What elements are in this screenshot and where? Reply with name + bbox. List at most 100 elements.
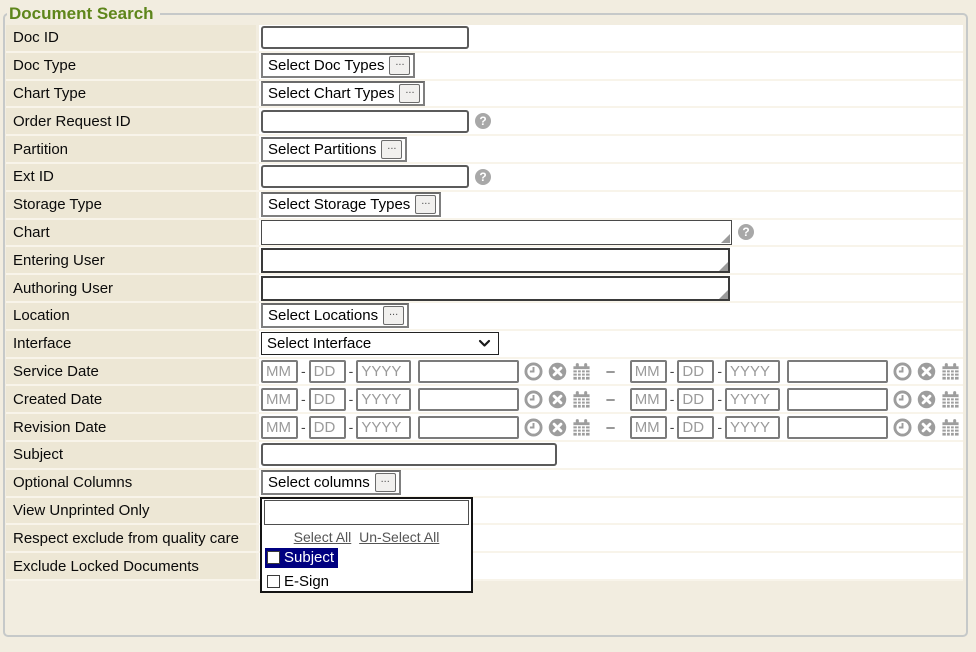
columns-filter-input[interactable] [264, 500, 469, 525]
created-date-to-day-input[interactable] [677, 388, 714, 411]
field-label: Exclude Locked Documents [6, 553, 256, 579]
clock-icon[interactable] [524, 418, 543, 437]
chart-textarea[interactable] [261, 220, 732, 245]
date-range-separator: – [606, 363, 614, 380]
ext-id-input[interactable] [261, 165, 469, 188]
clock-icon[interactable] [524, 362, 543, 381]
row-view-unprinted-only: View Unprinted Only [6, 498, 963, 526]
interface-select[interactable]: Select Interface [261, 332, 499, 355]
calendar-icon[interactable] [941, 390, 960, 409]
calendar-icon[interactable] [572, 390, 591, 409]
column-option-esign[interactable]: E-Sign [265, 572, 333, 592]
revision-date-to-day-input[interactable] [677, 416, 714, 439]
separator: - [349, 419, 354, 435]
field-label: Doc ID [6, 25, 256, 51]
more-button[interactable]: ... [381, 140, 402, 159]
storage-type-selector[interactable]: Select Storage Types ... [261, 192, 441, 217]
subject-input[interactable] [261, 443, 557, 466]
created-date-to-month-input[interactable] [630, 388, 667, 411]
created-date-from-month-input[interactable] [261, 388, 298, 411]
field-label: Order Request ID [6, 108, 256, 134]
field-label: Authoring User [6, 275, 256, 301]
service-date-from-time-input[interactable] [418, 360, 519, 383]
revision-date-from-day-input[interactable] [309, 416, 346, 439]
revision-date-from-time-input[interactable] [418, 416, 519, 439]
more-button[interactable]: ... [389, 56, 410, 75]
checkbox-icon[interactable] [267, 551, 280, 564]
service-date-to-month-input[interactable] [630, 360, 667, 383]
partition-selector[interactable]: Select Partitions ... [261, 137, 407, 162]
selector-label: Select Partitions [268, 141, 376, 158]
selected-option: Select Interface [267, 335, 371, 352]
chart-type-selector[interactable]: Select Chart Types ... [261, 81, 425, 106]
clear-icon[interactable] [548, 362, 567, 381]
revision-date-from-year-input[interactable] [356, 416, 411, 439]
location-selector[interactable]: Select Locations ... [261, 303, 409, 328]
authoring-user-textarea-wrap [261, 276, 730, 301]
clear-icon[interactable] [917, 390, 936, 409]
help-icon[interactable]: ? [738, 224, 754, 240]
unselect-all-link[interactable]: Un-Select All [359, 529, 439, 545]
revision-date-to-time-input[interactable] [787, 416, 888, 439]
field-cell: Select Locations ... [259, 303, 963, 329]
clock-icon[interactable] [524, 390, 543, 409]
calendar-icon[interactable] [572, 418, 591, 437]
help-icon[interactable]: ? [475, 113, 491, 129]
clear-icon[interactable] [917, 362, 936, 381]
clear-icon[interactable] [548, 390, 567, 409]
clock-icon[interactable] [893, 418, 912, 437]
help-icon[interactable]: ? [475, 169, 491, 185]
calendar-icon[interactable] [941, 362, 960, 381]
doc-id-input[interactable] [261, 26, 469, 49]
created-date-to-time-input[interactable] [787, 388, 888, 411]
service-date-to-year-input[interactable] [725, 360, 780, 383]
clear-icon[interactable] [548, 418, 567, 437]
column-option-subject[interactable]: Subject [265, 548, 338, 568]
calendar-icon[interactable] [941, 418, 960, 437]
option-label: Subject [284, 549, 334, 566]
revision-date-from-month-input[interactable] [261, 416, 298, 439]
clock-icon[interactable] [893, 390, 912, 409]
row-revision-date: Revision Date - - – - [6, 414, 963, 442]
created-date-from-year-input[interactable] [356, 388, 411, 411]
created-date-from-time-input[interactable] [418, 388, 519, 411]
chart-textarea-wrap [261, 220, 732, 245]
revision-date-to-month-input[interactable] [630, 416, 667, 439]
service-date-from-year-input[interactable] [356, 360, 411, 383]
more-button[interactable]: ... [399, 84, 420, 103]
revision-date-to-year-input[interactable] [725, 416, 780, 439]
separator: - [670, 391, 675, 407]
entering-user-textarea[interactable] [261, 248, 730, 273]
separator: - [717, 419, 722, 435]
revision-date-from: - - [261, 416, 591, 439]
row-order-request-id: Order Request ID ? [6, 108, 963, 136]
checkbox-icon[interactable] [267, 575, 280, 588]
more-button[interactable]: ... [383, 306, 404, 325]
field-cell: Select Partitions ... [259, 136, 963, 162]
clock-icon[interactable] [893, 362, 912, 381]
doc-type-selector[interactable]: Select Doc Types ... [261, 53, 415, 78]
row-authoring-user: Authoring User [6, 275, 963, 303]
clear-icon[interactable] [917, 418, 936, 437]
order-request-id-input[interactable] [261, 110, 469, 133]
field-cell [259, 247, 963, 273]
select-all-link[interactable]: Select All [294, 529, 352, 545]
service-date-from-day-input[interactable] [309, 360, 346, 383]
authoring-user-textarea[interactable] [261, 276, 730, 301]
service-date-from-month-input[interactable] [261, 360, 298, 383]
service-date-to-day-input[interactable] [677, 360, 714, 383]
row-optional-columns: Optional Columns Select columns ... Sele… [6, 470, 963, 498]
more-button[interactable]: ... [375, 473, 396, 492]
created-date-from-day-input[interactable] [309, 388, 346, 411]
field-cell [259, 442, 963, 468]
service-date-to-time-input[interactable] [787, 360, 888, 383]
calendar-icon[interactable] [572, 362, 591, 381]
selector-label: Select Storage Types [268, 196, 410, 213]
field-cell: ? [259, 164, 963, 190]
separator: - [301, 419, 306, 435]
separator: - [717, 391, 722, 407]
optional-columns-selector[interactable]: Select columns ... [261, 470, 401, 495]
more-button[interactable]: ... [415, 195, 436, 214]
selector-label: Select Doc Types [268, 57, 384, 74]
created-date-to-year-input[interactable] [725, 388, 780, 411]
